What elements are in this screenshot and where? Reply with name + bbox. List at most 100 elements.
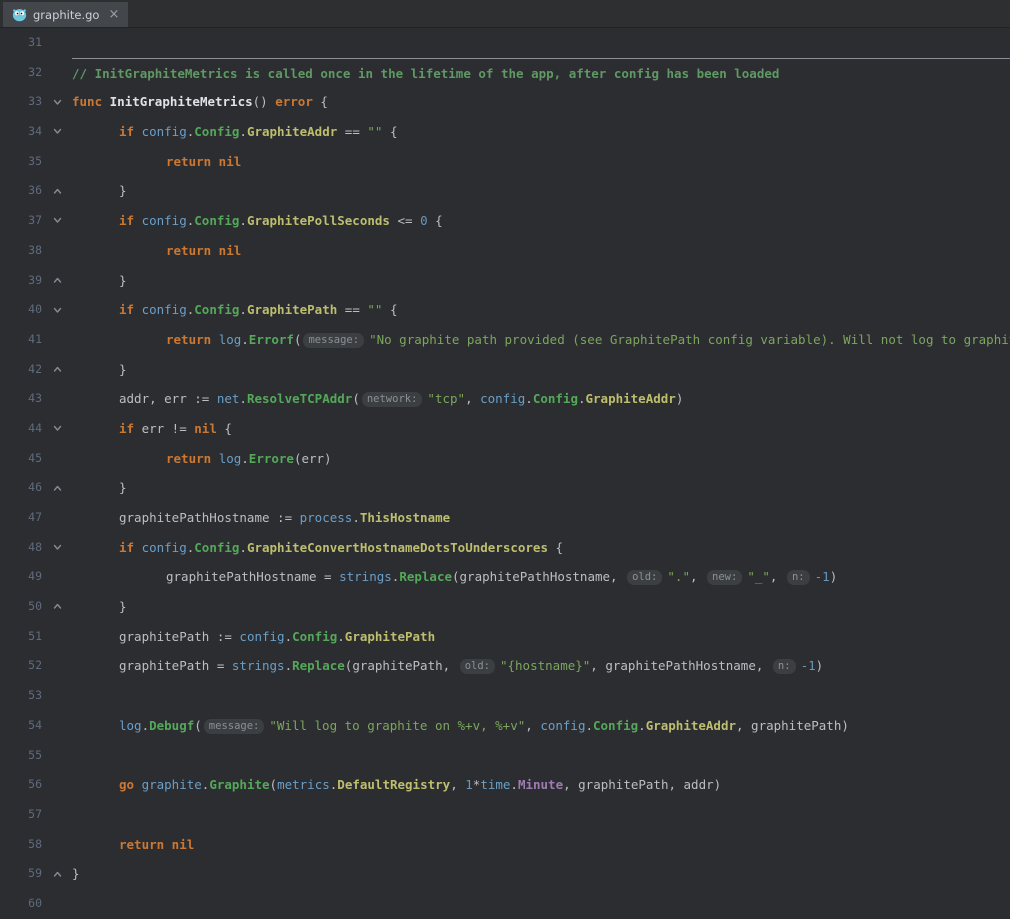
- line-number[interactable]: 54: [0, 711, 42, 741]
- line-number[interactable]: 48: [0, 533, 42, 563]
- code-line[interactable]: return nil: [72, 147, 1010, 177]
- fold-icon-down[interactable]: [42, 414, 72, 444]
- fold-icon-up[interactable]: [42, 473, 72, 503]
- line-number[interactable]: 60: [0, 889, 42, 919]
- code-token: }: [119, 183, 127, 198]
- code-token: if: [119, 421, 142, 436]
- fold-icon-up[interactable]: [42, 859, 72, 889]
- fold-gutter: [42, 325, 72, 355]
- line-number[interactable]: 55: [0, 741, 42, 771]
- code-line[interactable]: graphitePathHostname = strings.Replace(g…: [72, 562, 1010, 592]
- fold-icon-down[interactable]: [42, 87, 72, 117]
- line-number[interactable]: 56: [0, 770, 42, 800]
- fold-gutter: [42, 889, 72, 919]
- code-line[interactable]: if config.Config.GraphitePollSeconds <= …: [72, 206, 1010, 236]
- code-line[interactable]: [72, 28, 1010, 58]
- code-line[interactable]: return nil: [72, 236, 1010, 266]
- fold-gutter: [42, 236, 72, 266]
- line-number[interactable]: 43: [0, 384, 42, 414]
- code-token: config: [540, 718, 585, 733]
- code-token: .: [239, 391, 247, 406]
- code-line[interactable]: }: [72, 592, 1010, 622]
- code-line[interactable]: }: [72, 473, 1010, 503]
- code-line[interactable]: // InitGraphiteMetrics is called once in…: [72, 58, 1010, 88]
- line-number[interactable]: 47: [0, 503, 42, 533]
- code-line[interactable]: if config.Config.GraphitePath == "" {: [72, 295, 1010, 325]
- code-token: ): [676, 391, 684, 406]
- code-line[interactable]: [72, 681, 1010, 711]
- fold-icon-up[interactable]: [42, 355, 72, 385]
- code-token: {: [382, 302, 397, 317]
- line-number[interactable]: 53: [0, 681, 42, 711]
- fold-icon-down[interactable]: [42, 533, 72, 563]
- line-number[interactable]: 33: [0, 87, 42, 117]
- code-token: (graphitePath,: [345, 658, 458, 673]
- line-number[interactable]: 58: [0, 830, 42, 860]
- line-number[interactable]: 52: [0, 651, 42, 681]
- code-token: "_": [747, 569, 770, 584]
- code-line[interactable]: }: [72, 859, 1010, 889]
- code-line[interactable]: func InitGraphiteMetrics() error {: [72, 87, 1010, 117]
- code-token: Minute: [518, 777, 563, 792]
- line-number[interactable]: 32: [0, 58, 42, 88]
- line-number[interactable]: 37: [0, 206, 42, 236]
- code-line[interactable]: }: [72, 176, 1010, 206]
- line-number[interactable]: 46: [0, 473, 42, 503]
- code-line[interactable]: return nil: [72, 830, 1010, 860]
- line-number[interactable]: 51: [0, 622, 42, 652]
- code-line[interactable]: return log.Errorf(message:"No graphite p…: [72, 325, 1010, 355]
- fold-icon-up[interactable]: [42, 592, 72, 622]
- code-line[interactable]: graphitePath = strings.Replace(graphiteP…: [72, 651, 1010, 681]
- line-number[interactable]: 41: [0, 325, 42, 355]
- line-number[interactable]: 34: [0, 117, 42, 147]
- code-token: (graphitePathHostname,: [452, 569, 625, 584]
- line-number[interactable]: 44: [0, 414, 42, 444]
- code-line[interactable]: }: [72, 266, 1010, 296]
- line-number[interactable]: 42: [0, 355, 42, 385]
- tab-graphite-go[interactable]: graphite.go ×: [3, 2, 128, 27]
- inlay-parameter-hint: new:: [707, 570, 742, 585]
- code-line[interactable]: go graphite.Graphite(metrics.DefaultRegi…: [72, 770, 1010, 800]
- code-token: net: [217, 391, 240, 406]
- code-line[interactable]: addr, err := net.ResolveTCPAddr(network:…: [72, 384, 1010, 414]
- line-number[interactable]: 49: [0, 562, 42, 592]
- tab-close-icon[interactable]: ×: [108, 8, 119, 21]
- code-line[interactable]: [72, 741, 1010, 771]
- line-number[interactable]: 59: [0, 859, 42, 889]
- line-number[interactable]: 36: [0, 176, 42, 206]
- line-number[interactable]: 45: [0, 444, 42, 474]
- code-token: func: [72, 94, 110, 109]
- code-line[interactable]: if err != nil {: [72, 414, 1010, 444]
- editor-line-row: 43 addr, err := net.ResolveTCPAddr(networ…: [0, 384, 1010, 414]
- line-number[interactable]: 57: [0, 800, 42, 830]
- code-token: GraphiteAddr: [646, 718, 736, 733]
- fold-icon-up[interactable]: [42, 176, 72, 206]
- code-line[interactable]: graphitePath := config.Config.GraphitePa…: [72, 622, 1010, 652]
- code-line[interactable]: [72, 889, 1010, 919]
- fold-icon-down[interactable]: [42, 117, 72, 147]
- line-number[interactable]: 31: [0, 28, 42, 58]
- fold-icon-down[interactable]: [42, 206, 72, 236]
- fold-gutter: [42, 444, 72, 474]
- line-number[interactable]: 35: [0, 147, 42, 177]
- code-token: // InitGraphiteMetrics is called once in…: [72, 66, 779, 81]
- tab-label: graphite.go: [33, 8, 99, 22]
- code-line[interactable]: return log.Errore(err): [72, 444, 1010, 474]
- code-token: Debugf: [149, 718, 194, 733]
- line-number[interactable]: 40: [0, 295, 42, 325]
- code-token: .: [239, 124, 247, 139]
- code-editor[interactable]: 3132 // InitGraphiteMetrics is called onc…: [0, 28, 1010, 919]
- code-token: log: [119, 718, 142, 733]
- code-line[interactable]: }: [72, 355, 1010, 385]
- code-token: Errore: [249, 451, 294, 466]
- line-number[interactable]: 50: [0, 592, 42, 622]
- fold-icon-up[interactable]: [42, 266, 72, 296]
- fold-icon-down[interactable]: [42, 295, 72, 325]
- code-line[interactable]: if config.Config.GraphiteConvertHostname…: [72, 533, 1010, 563]
- code-line[interactable]: [72, 800, 1010, 830]
- code-line[interactable]: graphitePathHostname := process.ThisHost…: [72, 503, 1010, 533]
- code-line[interactable]: if config.Config.GraphiteAddr == "" {: [72, 117, 1010, 147]
- line-number[interactable]: 38: [0, 236, 42, 266]
- code-line[interactable]: log.Debugf(message:"Will log to graphite…: [72, 711, 1010, 741]
- line-number[interactable]: 39: [0, 266, 42, 296]
